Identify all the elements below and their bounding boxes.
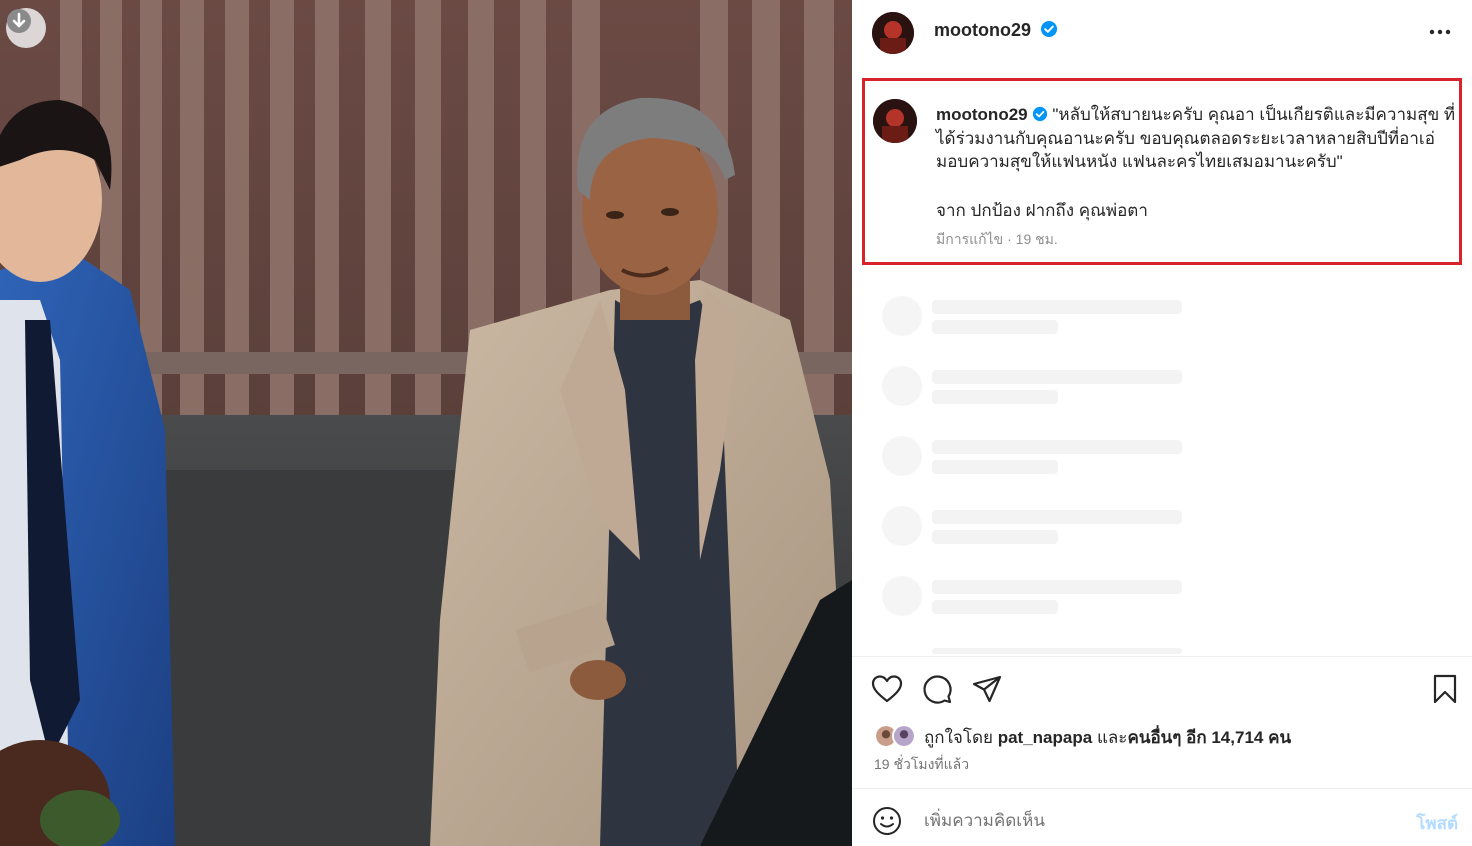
caption-text: mootono29 "หลับให้สบายนะครับ คุณอา เป็นเ… bbox=[936, 103, 1456, 174]
avatar[interactable] bbox=[872, 12, 914, 54]
emoji-button[interactable] bbox=[872, 806, 902, 836]
verified-badge-icon bbox=[1041, 21, 1058, 37]
photo-illustration bbox=[0, 0, 852, 846]
caption-avatar[interactable] bbox=[873, 99, 917, 143]
bookmark-icon bbox=[1433, 674, 1457, 704]
post-photo bbox=[0, 0, 852, 846]
avatar-image bbox=[872, 12, 914, 54]
more-options-button[interactable] bbox=[1426, 20, 1454, 44]
caption-time[interactable]: 19 ชม. bbox=[1016, 231, 1058, 247]
divider bbox=[852, 788, 1472, 789]
liker-username[interactable]: pat_napapa bbox=[998, 728, 1092, 747]
post-time[interactable]: 19 ชั่วโมงที่แล้ว bbox=[874, 754, 969, 776]
action-bar bbox=[852, 670, 1472, 710]
post-comment-button[interactable]: โพสต์ bbox=[1416, 810, 1458, 837]
avatar bbox=[892, 724, 916, 748]
post-side-panel: mootono29 mootono29 "หลับให้สบายนะครับ ค… bbox=[852, 0, 1472, 846]
likes-prefix: ถูกใจโดย bbox=[924, 727, 993, 747]
save-button[interactable] bbox=[1428, 672, 1462, 706]
comment-button[interactable] bbox=[920, 672, 954, 706]
likes-summary: ถูกใจโดย pat_napapa และคนอื่นๆ อีก 14,71… bbox=[874, 724, 1291, 750]
liker-avatars[interactable] bbox=[874, 724, 920, 750]
avatar-image bbox=[873, 99, 917, 143]
post-viewer: mootono29 mootono29 "หลับให้สบายนะครับ ค… bbox=[0, 0, 1472, 846]
share-icon bbox=[972, 675, 1002, 703]
caption-username[interactable]: mootono29 bbox=[936, 105, 1028, 124]
share-button[interactable] bbox=[970, 672, 1004, 706]
likes-text: ถูกใจโดย pat_napapa และคนอื่นๆ อีก 14,71… bbox=[924, 724, 1291, 751]
caption-highlight: mootono29 "หลับให้สบายนะครับ คุณอา เป็นเ… bbox=[862, 78, 1462, 265]
others-likes-link[interactable]: คนอื่นๆ อีก 14,714 คน bbox=[1127, 728, 1291, 747]
header-username[interactable]: mootono29 bbox=[934, 20, 1058, 41]
header-username-text: mootono29 bbox=[934, 20, 1031, 40]
likes-connector: และ bbox=[1096, 727, 1128, 747]
edited-label: มีการแก้ไข bbox=[936, 231, 1004, 247]
comment-bar: โพสต์ bbox=[852, 790, 1472, 846]
like-button[interactable] bbox=[870, 672, 904, 706]
heart-icon bbox=[871, 675, 903, 703]
more-horizontal-icon bbox=[1429, 29, 1451, 35]
comment-input[interactable] bbox=[924, 808, 1384, 834]
arrow-down-icon bbox=[7, 9, 31, 33]
caption-signature: จาก ปกป้อง ฝากถึง คุณพ่อตา bbox=[936, 201, 1148, 220]
comment-icon bbox=[923, 675, 952, 704]
download-button[interactable] bbox=[6, 8, 46, 48]
verified-badge-icon bbox=[1032, 106, 1047, 122]
emoji-icon bbox=[873, 807, 901, 835]
caption-meta: มีการแก้ไข · 19 ชม. bbox=[936, 231, 1058, 247]
post-header: mootono29 bbox=[852, 0, 1472, 64]
divider bbox=[852, 656, 1472, 657]
